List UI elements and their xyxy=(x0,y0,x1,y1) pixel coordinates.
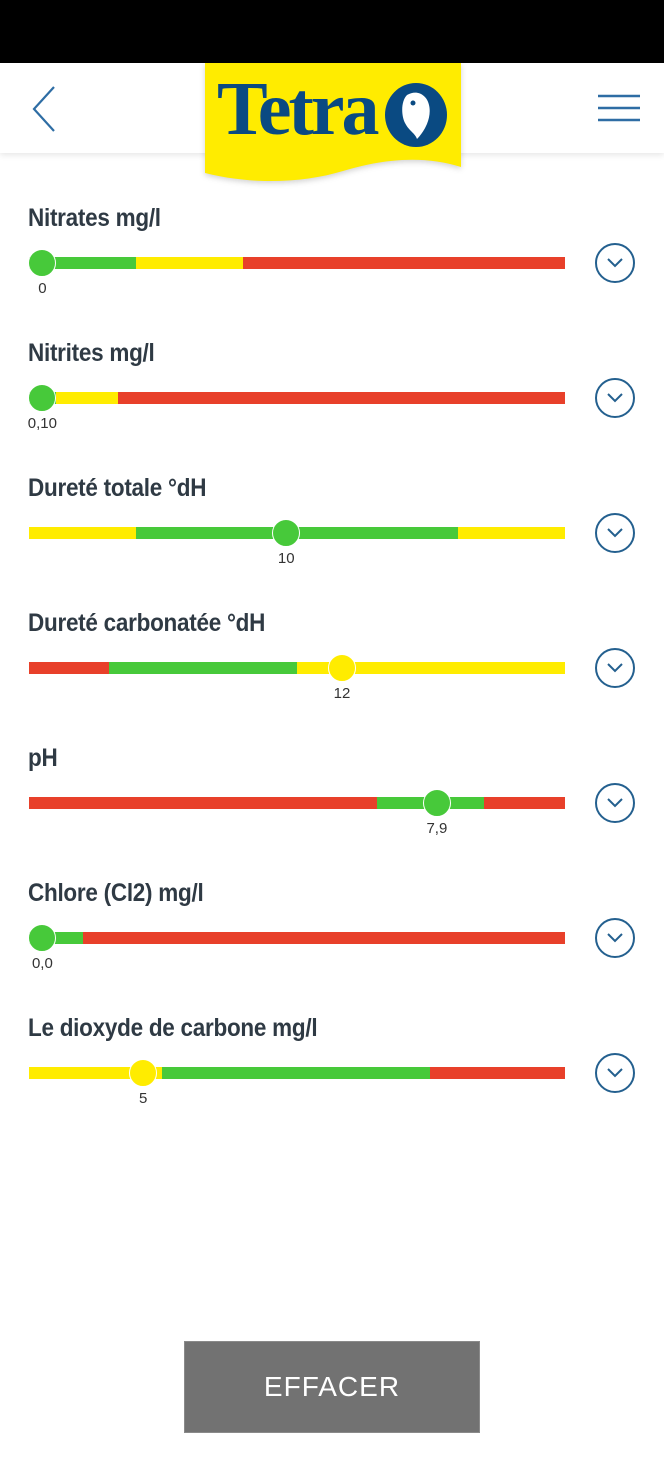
slider-value: 5 xyxy=(138,1090,148,1107)
menu-button[interactable] xyxy=(592,89,646,129)
range-segment-red xyxy=(243,257,565,269)
range-segment-red xyxy=(82,932,565,944)
expand-button[interactable] xyxy=(595,513,635,553)
expand-button[interactable] xyxy=(595,243,635,283)
range-slider-track[interactable] xyxy=(29,257,565,269)
range-slider-track[interactable] xyxy=(29,662,565,674)
expand-button[interactable] xyxy=(595,1053,635,1093)
range-segment-yellow xyxy=(457,527,565,539)
expand-button[interactable] xyxy=(595,918,635,958)
logo-wordmark: Tetra xyxy=(217,67,379,151)
back-button[interactable] xyxy=(22,81,72,137)
range-segment-green xyxy=(109,662,297,674)
slider-thumb[interactable] xyxy=(28,924,57,952)
expand-button[interactable] xyxy=(595,783,635,823)
range-slider-track[interactable] xyxy=(29,932,565,944)
fish-emblem-icon xyxy=(385,83,447,147)
range-segment-red xyxy=(429,1067,565,1079)
slider-thumb[interactable] xyxy=(129,1059,158,1087)
clear-button[interactable]: EFFACER xyxy=(184,1341,480,1433)
parameter-dioxyde-carbone: Le dioxyde de carbone mg/l 5 xyxy=(0,1000,664,1120)
chevron-down-icon xyxy=(607,528,623,538)
range-segment-red xyxy=(29,797,377,809)
expand-button[interactable] xyxy=(595,648,635,688)
chevron-left-icon xyxy=(32,86,55,132)
range-segment-red xyxy=(29,662,110,674)
slider-thumb[interactable] xyxy=(272,519,301,547)
expand-button[interactable] xyxy=(595,378,635,418)
parameter-ph: pH 7,9 xyxy=(0,730,664,850)
slider-thumb[interactable] xyxy=(28,249,57,277)
chevron-down-icon xyxy=(607,663,623,673)
parameter-chlore: Chlore (Cl2) mg/l 0,0 xyxy=(0,865,664,985)
slider-thumb[interactable] xyxy=(422,789,451,817)
parameter-nitrates: Nitrates mg/l 0 xyxy=(0,190,664,310)
slider-value: 12 xyxy=(333,685,351,702)
parameter-title: Chlore (Cl2) mg/l xyxy=(28,879,204,907)
status-bar xyxy=(0,0,664,63)
range-segment-yellow xyxy=(29,527,137,539)
chevron-down-icon xyxy=(607,1068,623,1078)
slider-value: 0,0 xyxy=(31,955,53,972)
chevron-down-icon xyxy=(607,258,623,268)
range-slider-track[interactable] xyxy=(29,392,565,404)
range-segment-green xyxy=(161,1067,430,1079)
chevron-down-icon xyxy=(607,393,623,403)
parameter-title: Dureté carbonatée °dH xyxy=(28,609,266,637)
chevron-down-icon xyxy=(607,933,623,943)
range-slider-track[interactable] xyxy=(29,797,565,809)
range-segment-yellow xyxy=(55,392,118,404)
slider-value: 10 xyxy=(277,550,295,567)
range-segment-yellow xyxy=(136,257,244,269)
parameter-nitrites: Nitrites mg/l 0,10 xyxy=(0,325,664,445)
slider-value: 0,10 xyxy=(27,415,57,432)
parameter-title: Dureté totale °dH xyxy=(28,474,207,502)
chevron-down-icon xyxy=(607,798,623,808)
parameter-durete-totale: Dureté totale °dH 10 xyxy=(0,460,664,580)
parameter-durete-carbonatee: Dureté carbonatée °dH 12 xyxy=(0,595,664,715)
parameter-title: Nitrates mg/l xyxy=(28,204,161,232)
parameter-title: Nitrites mg/l xyxy=(28,339,155,367)
range-slider-track[interactable] xyxy=(29,1067,565,1079)
tetra-logo: Tetra xyxy=(203,63,463,185)
slider-value: 0 xyxy=(38,280,47,297)
parameter-title: pH xyxy=(28,744,58,772)
hamburger-menu-icon xyxy=(598,94,640,122)
range-segment-red xyxy=(484,797,565,809)
range-segment-red xyxy=(117,392,565,404)
parameter-title: Le dioxyde de carbone mg/l xyxy=(28,1014,318,1042)
slider-value: 7,9 xyxy=(426,820,448,837)
slider-thumb[interactable] xyxy=(28,384,57,412)
slider-thumb[interactable] xyxy=(328,654,357,682)
